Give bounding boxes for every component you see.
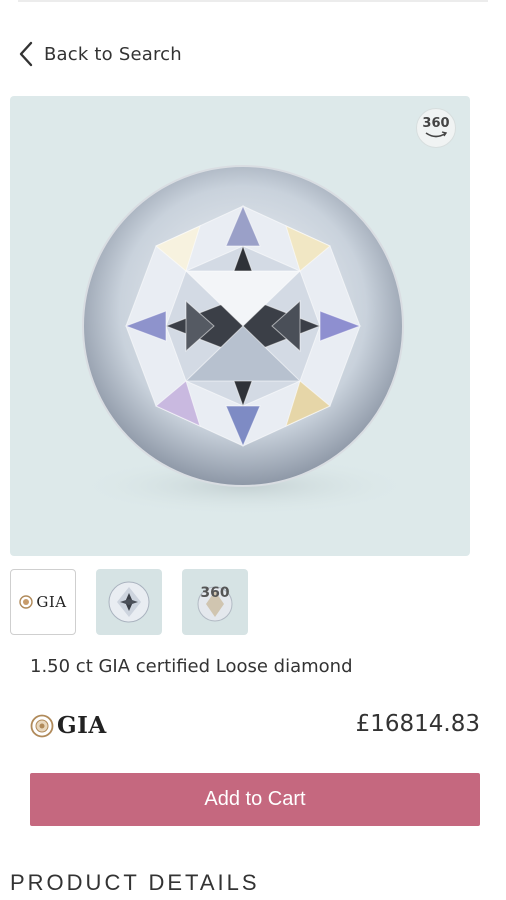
view-360-button[interactable]: 360 [416,108,456,148]
add-to-cart-button[interactable]: Add to Cart [30,773,480,826]
gia-logo: GIA [30,712,107,739]
thumb-360-video[interactable]: 360 [182,569,248,635]
thumb-360-label: 360 [200,585,230,601]
gia-seal-icon [19,595,34,609]
media-thumbnails: GIA 360 [10,569,248,635]
thumb-certificate[interactable]: GIA [10,569,76,635]
gia-seal-icon [30,714,54,737]
rotate-360-icon [425,131,448,138]
product-price: £16814.83 [355,711,480,737]
gia-logo-small: GIA [19,593,66,611]
gia-label: GIA [57,712,107,739]
diamond-image [75,165,415,516]
back-label: Back to Search [44,43,182,65]
chevron-left-icon [19,41,33,67]
back-to-search-link[interactable]: Back to Search [18,40,182,68]
header-divider [18,0,488,2]
thumb-photo[interactable] [96,569,162,635]
thumb-gia-label: GIA [36,593,67,611]
product-title: 1.50 ct GIA certified Loose diamond [30,656,353,677]
product-details-heading: PRODUCT DETAILS [10,870,260,895]
diamond-thumb-icon [108,581,150,623]
diamond-main-image[interactable]: 360 [10,96,470,556]
badge-360-label: 360 [422,116,450,131]
